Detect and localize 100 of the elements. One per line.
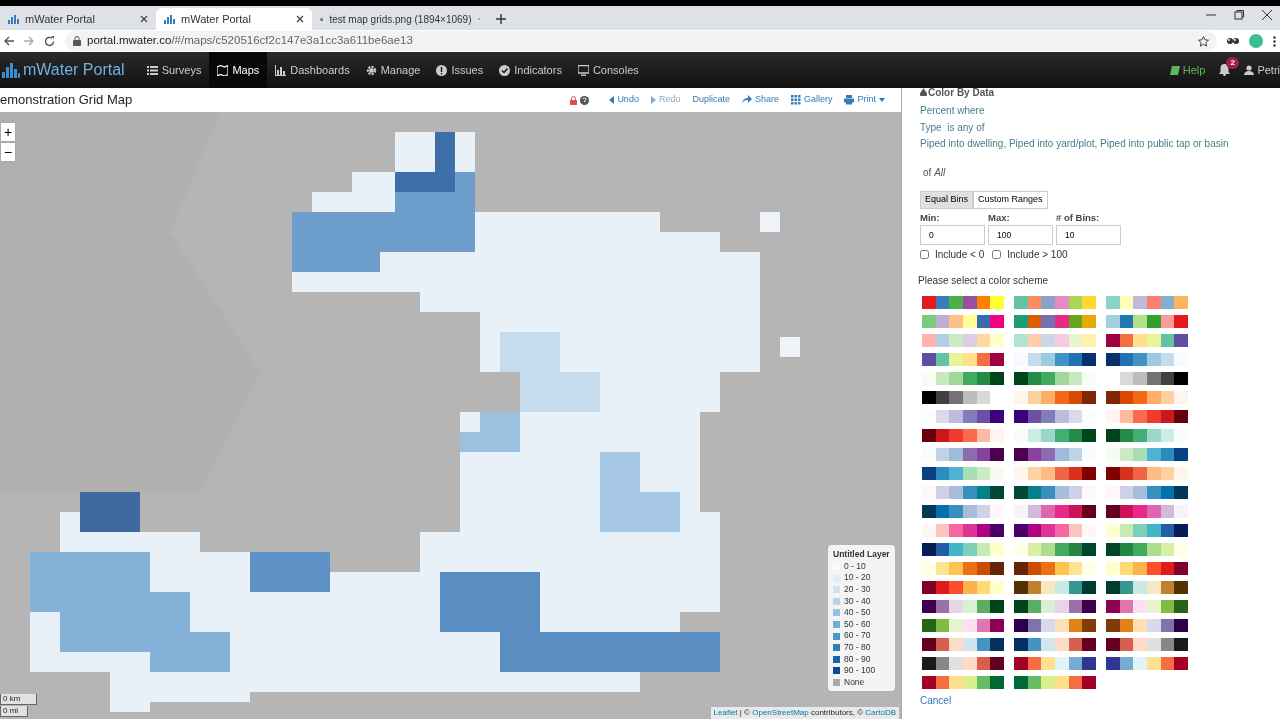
color-scheme-swatch[interactable]	[1106, 485, 1188, 499]
browser-tab[interactable]: test map grids.png (1894×1069)	[312, 8, 488, 30]
checkbox[interactable]	[992, 249, 1002, 259]
color-scheme-swatch[interactable]	[922, 447, 1004, 461]
cancel-link[interactable]: Cancel	[920, 692, 952, 708]
color-scheme-swatch[interactable]	[922, 618, 1004, 632]
color-scheme-swatch[interactable]	[1106, 352, 1188, 366]
legend-label: 20 - 30	[844, 583, 871, 596]
nav-link[interactable]: Manage	[357, 52, 429, 88]
color-scheme-swatch[interactable]	[922, 523, 1004, 537]
color-scheme-swatch[interactable]	[1014, 371, 1096, 385]
color-scheme-swatch[interactable]	[1106, 599, 1188, 613]
leaflet-link[interactable]: Leaflet	[713, 708, 738, 717]
color-scheme-swatch[interactable]	[1106, 295, 1188, 309]
nav-link[interactable]: Dashboards	[267, 52, 358, 88]
color-scheme-swatch[interactable]	[1106, 523, 1188, 537]
color-scheme-swatch[interactable]	[1106, 333, 1188, 347]
color-scheme-swatch[interactable]	[1106, 447, 1188, 461]
color-scheme-swatch[interactable]	[922, 599, 1004, 613]
color-scheme-swatch[interactable]	[1014, 618, 1096, 632]
toolbar-button[interactable]: Duplicate	[686, 93, 736, 107]
number-field[interactable]: 10	[1056, 224, 1121, 245]
color-scheme-swatch[interactable]	[1014, 580, 1096, 594]
color-scheme-swatch[interactable]	[1106, 409, 1188, 423]
color-scheme-swatch[interactable]	[922, 675, 1004, 689]
color-scheme-swatch[interactable]	[1106, 314, 1188, 328]
nav-link[interactable]: Issues	[428, 52, 492, 88]
color-scheme-swatch[interactable]	[1014, 314, 1096, 328]
color-scheme-swatch[interactable]	[1014, 428, 1096, 442]
color-scheme-swatch[interactable]	[1014, 447, 1096, 461]
nav-link[interactable]: Maps	[209, 52, 268, 88]
address-bar[interactable]: portal.mwater.co/#/maps/c520516cf2c147e3a1cc3a611be6ae13	[65, 31, 1217, 51]
color-scheme-swatch[interactable]	[1014, 466, 1096, 480]
color-scheme-swatch[interactable]	[1014, 561, 1096, 575]
bin-mode-tab[interactable]: Equal Bins	[920, 191, 974, 209]
color-scheme-swatch[interactable]	[1106, 428, 1188, 442]
color-scheme-swatch[interactable]	[1014, 637, 1096, 651]
color-scheme-swatch[interactable]	[1014, 295, 1096, 309]
color-scheme-swatch[interactable]	[1014, 352, 1096, 366]
color-scheme-swatch[interactable]	[1014, 504, 1096, 518]
brand-logo[interactable]: mWater Portal	[0, 58, 139, 82]
color-scheme-swatch[interactable]	[922, 485, 1004, 499]
zoom-in-button[interactable]: +	[0, 122, 16, 142]
color-scheme-swatch[interactable]	[922, 466, 1004, 480]
color-scheme-swatch[interactable]	[1014, 523, 1096, 537]
back-icon[interactable]	[4, 36, 14, 46]
nav-link[interactable]: Consoles	[569, 52, 647, 88]
number-field[interactable]: 0	[920, 224, 985, 245]
color-scheme-swatch[interactable]	[922, 637, 1004, 651]
color-scheme-swatch[interactable]	[1106, 656, 1188, 670]
color-scheme-swatch[interactable]	[1014, 409, 1096, 423]
toolbar-button[interactable]: Share	[735, 93, 785, 107]
color-scheme-swatch[interactable]	[922, 561, 1004, 575]
checkbox[interactable]	[920, 249, 929, 259]
cartodb-link[interactable]: CartoDB	[865, 708, 896, 717]
color-scheme-swatch[interactable]	[1106, 466, 1188, 480]
color-scheme-swatch[interactable]	[1014, 390, 1096, 404]
toolbar-button[interactable]: Gallery	[784, 93, 839, 107]
openstreetmap-link[interactable]: OpenStreetMap	[752, 708, 809, 717]
legend-label: 80 - 90	[844, 653, 871, 666]
color-scheme-swatch[interactable]	[1014, 485, 1096, 499]
color-scheme-swatch[interactable]	[1106, 504, 1188, 518]
color-scheme-swatch[interactable]	[1014, 333, 1096, 347]
color-scheme-swatch[interactable]	[1014, 599, 1096, 613]
color-scheme-swatch[interactable]	[922, 580, 1004, 594]
color-scheme-swatch[interactable]	[1106, 390, 1188, 404]
color-scheme-swatch[interactable]	[922, 656, 1004, 670]
plus-icon[interactable]	[496, 13, 506, 24]
color-scheme-swatch[interactable]	[922, 428, 1004, 442]
color-scheme-swatch[interactable]	[1106, 542, 1188, 556]
color-scheme-swatch[interactable]	[922, 371, 1004, 385]
reload-icon[interactable]	[44, 35, 55, 47]
color-scheme-swatch[interactable]	[1014, 675, 1096, 689]
color-scheme-swatch[interactable]	[922, 314, 1004, 328]
color-scheme-swatch[interactable]	[922, 333, 1004, 347]
color-scheme-swatch[interactable]	[922, 352, 1004, 366]
color-scheme-swatch[interactable]	[922, 409, 1004, 423]
bars-icon	[8, 14, 19, 24]
bell-icon[interactable]	[1219, 64, 1231, 76]
toolbar-button[interactable]: Print	[838, 93, 891, 107]
bin-mode-tab[interactable]: Custom Ranges	[973, 191, 1048, 209]
browser-tab[interactable]: mWater Portal	[156, 8, 312, 30]
browser-tab[interactable]: mWater Portal	[0, 8, 156, 30]
help-link[interactable]: Help	[1169, 61, 1206, 79]
color-scheme-swatch[interactable]	[1106, 561, 1188, 575]
close-icon	[296, 15, 304, 23]
color-scheme-swatch[interactable]	[1106, 637, 1188, 651]
zoom-out-button[interactable]: −	[0, 142, 16, 162]
color-scheme-swatch[interactable]	[1106, 618, 1188, 632]
color-scheme-swatch[interactable]	[922, 542, 1004, 556]
nav-link[interactable]: Surveys	[138, 52, 210, 88]
color-scheme-swatch[interactable]	[1014, 656, 1096, 670]
color-scheme-swatch[interactable]	[922, 504, 1004, 518]
toolbar-button[interactable]: Undo	[603, 93, 645, 107]
color-scheme-swatch[interactable]	[1014, 542, 1096, 556]
color-scheme-swatch[interactable]	[922, 295, 1004, 309]
nav-link[interactable]: Indicators	[491, 52, 570, 88]
user-menu[interactable]: Petri	[1244, 61, 1280, 79]
number-field[interactable]: 100	[988, 224, 1053, 245]
color-scheme-swatch[interactable]	[1106, 580, 1188, 594]
